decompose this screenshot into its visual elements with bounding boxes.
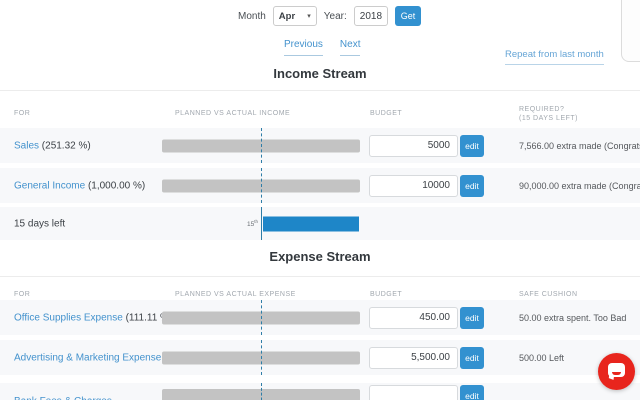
chat-smile-icon bbox=[612, 372, 621, 375]
repeat-last-month-link[interactable]: Repeat from last month bbox=[505, 49, 604, 65]
row-percent: (1,000.00 %) bbox=[87, 180, 146, 191]
days-left-label: 15 days left bbox=[14, 218, 66, 229]
edit-button[interactable]: edit bbox=[460, 385, 484, 400]
col-header-planned-expense: PLANNED VS ACTUAL EXPENSE bbox=[175, 291, 296, 298]
row-percent: (251.32 %) bbox=[41, 140, 91, 151]
days-remaining-bar bbox=[263, 216, 359, 231]
expense-row-office-supplies: Office Supplies Expense (111.11 %) edit … bbox=[0, 300, 640, 335]
expense-row-advertising: Advertising & Marketing Expense (90.91 %… bbox=[0, 340, 640, 375]
row-name: Office Supplies Expense (111.11 %) bbox=[14, 312, 172, 323]
edit-button[interactable]: edit bbox=[460, 306, 484, 329]
expense-row-bank-fees: Bank Fees & Charges edit bbox=[0, 383, 640, 400]
row-note: 7,566.00 extra made (Congrats!) bbox=[519, 140, 640, 151]
next-link[interactable]: Next bbox=[339, 39, 361, 56]
previous-link[interactable]: Previous bbox=[284, 39, 323, 56]
row-note: 90,000.00 extra made (Congrats!) bbox=[519, 180, 640, 191]
col-header-planned-income: PLANNED VS ACTUAL INCOME bbox=[175, 110, 291, 117]
col-header-budget: BUDGET bbox=[370, 291, 403, 298]
expense-stream-title: Expense Stream bbox=[269, 249, 371, 264]
year-label: Year: bbox=[323, 10, 347, 22]
edit-button[interactable]: edit bbox=[460, 134, 484, 157]
edit-button[interactable]: edit bbox=[460, 174, 484, 197]
mid-month-marker-line bbox=[261, 340, 262, 375]
budget-input[interactable] bbox=[369, 134, 458, 157]
get-button[interactable]: Get bbox=[394, 6, 422, 26]
bank-fees-link[interactable]: Bank Fees & Charges bbox=[14, 396, 112, 400]
year-input[interactable] bbox=[353, 6, 388, 26]
col-header-budget: BUDGET bbox=[370, 110, 403, 117]
mid-month-marker-line bbox=[261, 207, 262, 240]
income-row-sales: Sales (251.32 %) edit 7,566.00 extra mad… bbox=[0, 128, 640, 163]
edit-button[interactable]: edit bbox=[460, 346, 484, 369]
col-header-required: REQUIRED? (15 DAYS LEFT) bbox=[519, 106, 578, 122]
income-table-header: FOR PLANNED VS ACTUAL INCOME BUDGET REQU… bbox=[0, 90, 640, 128]
budget-input[interactable] bbox=[369, 346, 458, 369]
chat-launcher-button[interactable] bbox=[598, 353, 635, 390]
general-income-link[interactable]: General Income bbox=[14, 180, 85, 191]
row-name: General Income (1,000.00 %) bbox=[14, 180, 145, 191]
col-header-for: FOR bbox=[14, 110, 31, 117]
budget-input[interactable] bbox=[369, 306, 458, 329]
budget-app-page: Month Apr ▾ Year: Get Previous Next Repe… bbox=[0, 0, 640, 400]
day-marker-label: 15th bbox=[247, 218, 258, 228]
mid-month-marker-line bbox=[261, 383, 262, 400]
col-header-safe-cushion: SAFE CUSHION bbox=[519, 291, 578, 298]
advertising-link[interactable]: Advertising & Marketing Expense bbox=[14, 352, 161, 363]
row-name: Sales (251.32 %) bbox=[14, 140, 91, 151]
sales-link[interactable]: Sales bbox=[14, 140, 39, 151]
chat-bubble-icon bbox=[608, 363, 625, 377]
mid-month-marker-line bbox=[261, 168, 262, 203]
days-left-row: 15 days left 15th bbox=[0, 207, 640, 240]
income-stream-title: Income Stream bbox=[273, 66, 367, 81]
period-controls: Month Apr ▾ Year: Get bbox=[238, 6, 422, 26]
cutoff-panel bbox=[621, 0, 640, 62]
month-select-value: Apr bbox=[278, 10, 296, 22]
mid-month-marker-line bbox=[261, 128, 262, 163]
mid-month-marker-line bbox=[261, 300, 262, 335]
office-supplies-link[interactable]: Office Supplies Expense bbox=[14, 312, 123, 323]
budget-input[interactable] bbox=[369, 174, 458, 197]
month-select[interactable]: Apr ▾ bbox=[272, 6, 317, 26]
row-note: 50.00 extra spent. Too Bad bbox=[519, 312, 627, 323]
month-nav: Previous Next bbox=[284, 39, 361, 56]
month-label: Month bbox=[238, 10, 266, 22]
chevron-down-icon: ▾ bbox=[307, 13, 311, 20]
budget-input[interactable] bbox=[369, 385, 458, 400]
income-row-general-income: General Income (1,000.00 %) edit 90,000.… bbox=[0, 168, 640, 203]
row-name: Bank Fees & Charges bbox=[14, 396, 112, 400]
row-note: 500.00 Left bbox=[519, 352, 565, 363]
col-header-for: FOR bbox=[14, 291, 31, 298]
